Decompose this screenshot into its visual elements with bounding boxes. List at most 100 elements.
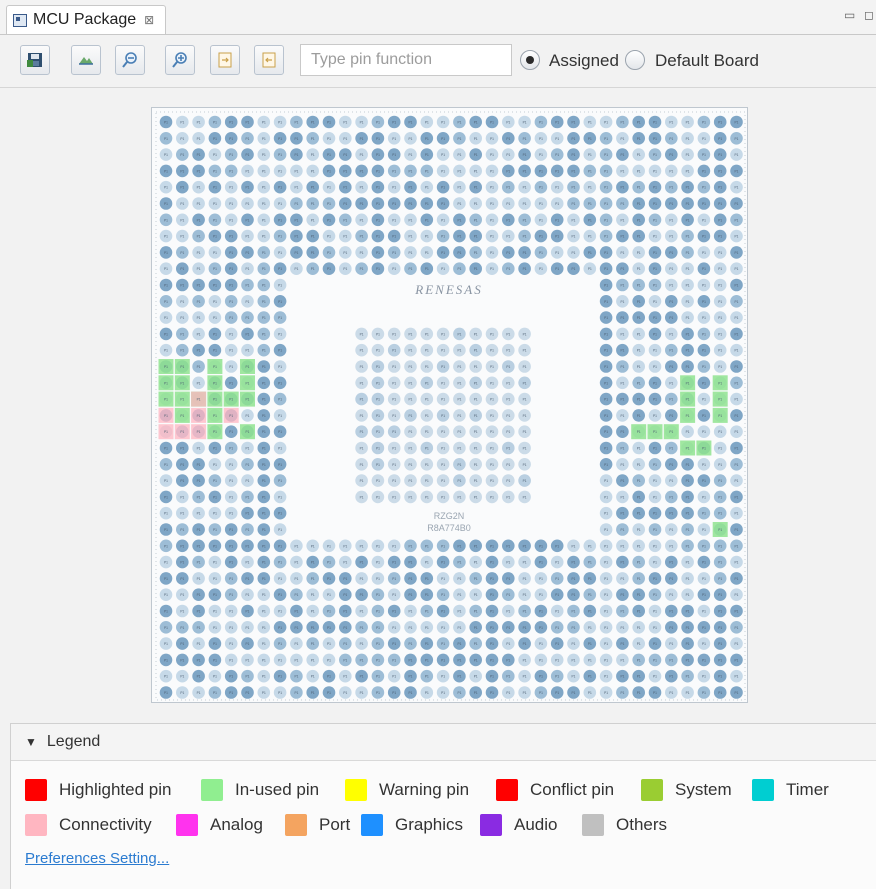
pin-label: P1 — [392, 610, 396, 614]
pin-label: P1 — [262, 479, 266, 483]
mcu-package-diagram[interactable]: P1 P1 P1 P1 P1 P1 P1 P1 P1 P1 P1 P1 P1 P1 P1 P1 P1 P1 P1 P1… — [151, 107, 748, 703]
pin-label: P1 — [409, 495, 413, 499]
pin-label: P1 — [572, 593, 576, 597]
pin-label: P1 — [620, 267, 624, 271]
close-icon[interactable]: ⊠ — [144, 13, 154, 27]
pin-label: P1 — [539, 121, 543, 125]
pin-label: P1 — [164, 691, 168, 695]
pin-label: P1 — [523, 675, 527, 679]
pin-label: P1 — [555, 267, 559, 271]
pin-label: P1 — [213, 235, 217, 239]
pin-label: P1 — [637, 430, 641, 434]
pin-label: P1 — [246, 398, 250, 402]
pin-label: P1 — [490, 137, 494, 141]
pin-label: P1 — [523, 626, 527, 630]
pin-label: P1 — [637, 691, 641, 695]
pin-label: P1 — [637, 544, 641, 548]
pin-label: P1 — [441, 186, 445, 190]
pin-label: P1 — [213, 300, 217, 304]
pin-label: P1 — [735, 610, 739, 614]
pin-label: P1 — [637, 202, 641, 206]
preferences-setting-link[interactable]: Preferences Setting... — [25, 850, 169, 867]
pin-label: P1 — [490, 626, 494, 630]
save-image-button[interactable] — [20, 45, 50, 75]
pin-label: P1 — [164, 610, 168, 614]
legend-header[interactable]: ▼ Legend — [11, 724, 876, 761]
pin-label: P1 — [278, 658, 282, 662]
pin-label: P1 — [376, 365, 380, 369]
pin-label: P1 — [213, 561, 217, 565]
pin-label: P1 — [588, 593, 592, 597]
pin-label: P1 — [457, 463, 461, 467]
pin-label: P1 — [686, 414, 690, 418]
pin-label: P1 — [376, 235, 380, 239]
pin-label: P1 — [588, 658, 592, 662]
minimize-icon[interactable]: ▭ — [844, 8, 855, 22]
pin-label: P1 — [686, 691, 690, 695]
pin-label: P1 — [343, 186, 347, 190]
pin-label: P1 — [669, 414, 673, 418]
pin-label: P1 — [523, 251, 527, 255]
pin-label: P1 — [360, 544, 364, 548]
pin-label: P1 — [197, 675, 201, 679]
assigned-radio[interactable] — [520, 50, 540, 70]
pin-label: P1 — [490, 398, 494, 402]
pin-label: P1 — [229, 414, 233, 418]
zoom-fit-button[interactable] — [71, 45, 101, 75]
pin-label: P1 — [197, 447, 201, 451]
pin-function-search-input[interactable] — [300, 44, 512, 76]
pin-label: P1 — [197, 414, 201, 418]
pin-label: P1 — [441, 593, 445, 597]
pin-label: P1 — [262, 251, 266, 255]
pin-label: P1 — [278, 561, 282, 565]
pin-label: P1 — [246, 300, 250, 304]
pin-label: P1 — [490, 414, 494, 418]
pin-label: P1 — [637, 121, 641, 125]
pin-label: P1 — [718, 610, 722, 614]
pin-label: P1 — [604, 316, 608, 320]
pin-label: P1 — [735, 284, 739, 288]
default-board-radio[interactable] — [625, 50, 645, 70]
export-button[interactable] — [210, 45, 240, 75]
pin-label: P1 — [637, 463, 641, 467]
pin-label: P1 — [620, 153, 624, 157]
zoom-out-button[interactable] — [115, 45, 145, 75]
pin-label: P1 — [246, 430, 250, 434]
pin-label: P1 — [506, 414, 510, 418]
pin-label: P1 — [457, 658, 461, 662]
pin-label: P1 — [555, 137, 559, 141]
pin-label: P1 — [376, 349, 380, 353]
zoom-in-button[interactable] — [165, 45, 195, 75]
import-button[interactable] — [254, 45, 284, 75]
pin-label: P1 — [718, 300, 722, 304]
pin-label: P1 — [604, 398, 608, 402]
pin-label: P1 — [539, 658, 543, 662]
pin-label: P1 — [457, 610, 461, 614]
pin-label: P1 — [392, 235, 396, 239]
maximize-icon[interactable]: ◻ — [864, 8, 874, 22]
pin-label: P1 — [278, 300, 282, 304]
pin-label: P1 — [637, 169, 641, 173]
pin-label: P1 — [506, 593, 510, 597]
pin-label: P1 — [229, 447, 233, 451]
pin-label: P1 — [588, 610, 592, 614]
pin-label: P1 — [604, 300, 608, 304]
collapse-caret-icon[interactable]: ▼ — [25, 735, 37, 749]
pin-label: P1 — [604, 495, 608, 499]
pin-label: P1 — [474, 642, 478, 646]
export-icon — [218, 52, 232, 68]
part-name: RZG2N — [434, 511, 465, 521]
pin-label: P1 — [262, 267, 266, 271]
pin-label: P1 — [392, 691, 396, 695]
pin-label: P1 — [718, 479, 722, 483]
pin-label: P1 — [669, 137, 673, 141]
pin-label: P1 — [702, 675, 706, 679]
tab-mcu-package[interactable]: MCU Package ⊠ — [6, 5, 166, 34]
pin-label: P1 — [457, 267, 461, 271]
pin-grid[interactable]: P1 P1 P1 P1 P1 P1 P1 P1 P1 P1 P1 P1 P1 P1 P1 P1 P1 P1 P1 P1… — [152, 108, 749, 704]
zoom-out-icon — [122, 52, 137, 68]
pin-label: P1 — [262, 398, 266, 402]
pin-label: P1 — [262, 349, 266, 353]
pin-label: P1 — [637, 316, 641, 320]
pin-label: P1 — [735, 235, 739, 239]
